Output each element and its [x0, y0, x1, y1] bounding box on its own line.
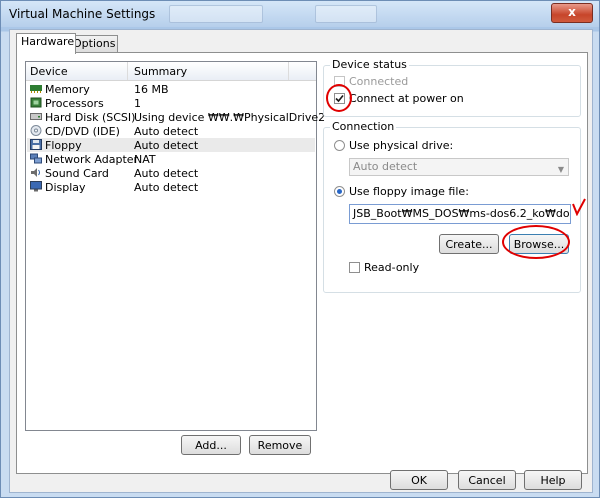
device-summary: Using device ₩₩.₩PhysicalDrive2: [134, 111, 326, 124]
device-summary: NAT: [134, 153, 156, 166]
read-only-checkbox[interactable]: [349, 262, 360, 273]
column-divider: [288, 62, 289, 80]
device-summary: Auto detect: [134, 167, 199, 180]
close-icon: x: [568, 5, 576, 19]
chevron-down-icon: ▼: [557, 165, 564, 174]
memory-icon: [30, 85, 42, 93]
device-row-network-adapter[interactable]: Network Adapter NAT: [27, 152, 315, 166]
device-name: Display: [45, 181, 86, 194]
use-floppy-image-label: Use floppy image file:: [349, 185, 469, 198]
hard-disk-icon: [30, 113, 42, 120]
column-summary[interactable]: Summary: [134, 65, 187, 78]
cd-dvd-icon: [30, 125, 42, 136]
sound-card-icon: [31, 168, 40, 177]
remove-button[interactable]: Remove: [249, 435, 311, 455]
device-summary: 16 MB: [134, 83, 169, 96]
device-row-sound-card[interactable]: Sound Card Auto detect: [27, 166, 315, 180]
red-annotation-circle: [502, 225, 570, 259]
processor-icon: [30, 97, 42, 108]
read-only-label: Read-only: [364, 261, 420, 274]
device-name: Memory: [45, 83, 90, 96]
device-row-display[interactable]: Display Auto detect: [27, 180, 315, 194]
device-summary: Auto detect: [134, 181, 199, 194]
floppy-icon: [30, 139, 42, 150]
floppy-image-path-input[interactable]: JSB_Boot₩MS_DOS₩ms-dos6.2_ko₩dos6.2-1.im…: [349, 204, 571, 224]
device-summary: Auto detect: [134, 125, 199, 138]
background-taskbar-tab: [315, 5, 377, 23]
use-floppy-image-radio[interactable]: [334, 186, 345, 197]
connection-title: Connection: [330, 120, 397, 133]
title-bar[interactable]: Virtual Machine Settings x: [1, 1, 599, 27]
device-name: Floppy: [45, 139, 82, 152]
close-button[interactable]: x: [551, 3, 593, 23]
physical-drive-combo[interactable]: Auto detect ▼: [349, 158, 569, 176]
device-list-header: Device Summary: [26, 62, 316, 81]
column-device[interactable]: Device: [30, 65, 68, 78]
device-name: CD/DVD (IDE): [45, 125, 120, 138]
tab-hardware[interactable]: Hardware: [16, 33, 76, 54]
use-physical-drive-radio[interactable]: [334, 140, 345, 151]
physical-drive-value: Auto detect: [353, 160, 418, 173]
device-row-hard-disk[interactable]: Hard Disk (SCSI) Using device ₩₩.₩Physic…: [27, 110, 325, 124]
device-status-group: Device status Connected Connect at power…: [323, 58, 581, 117]
connect-at-power-on-label: Connect at power on: [349, 92, 464, 105]
device-name: Sound Card: [45, 167, 109, 180]
cancel-button[interactable]: Cancel: [458, 470, 516, 490]
column-divider: [127, 62, 128, 80]
background-taskbar-tab: [169, 5, 263, 23]
window-title: Virtual Machine Settings: [9, 7, 156, 21]
device-row-floppy[interactable]: Floppy Auto detect: [27, 138, 315, 152]
settings-window: Virtual Machine Settings x Hardware Opti…: [0, 0, 600, 498]
red-annotation-circle: [326, 84, 352, 112]
connection-group: Connection Use physical drive: Auto dete…: [323, 120, 586, 293]
device-row-memory[interactable]: Memory 16 MB: [27, 82, 315, 96]
display-icon: [30, 181, 42, 192]
create-button[interactable]: Create...: [439, 234, 499, 254]
network-adapter-icon: [30, 153, 42, 164]
device-name: Network Adapter: [45, 153, 139, 166]
device-row-processors[interactable]: Processors 1: [27, 96, 315, 110]
red-checkmark-icon: [572, 198, 586, 216]
device-name: Processors: [45, 97, 104, 110]
add-button[interactable]: Add...: [181, 435, 241, 455]
device-summary: 1: [134, 97, 141, 110]
device-row-cd-dvd[interactable]: CD/DVD (IDE) Auto detect: [27, 124, 315, 138]
device-status-title: Device status: [330, 58, 409, 71]
dialog-body: Hardware Options Device Summary Memory 1…: [9, 29, 593, 493]
device-list[interactable]: Device Summary Memory 16 MB Processors 1: [25, 61, 325, 431]
connected-label: Connected: [349, 75, 409, 88]
hardware-panel: Device Summary Memory 16 MB Processors 1: [16, 52, 588, 474]
help-button[interactable]: Help: [524, 470, 582, 490]
device-summary: Auto detect: [134, 139, 199, 152]
use-physical-drive-label: Use physical drive:: [349, 139, 454, 152]
device-name: Hard Disk (SCSI): [45, 111, 136, 124]
ok-button[interactable]: OK: [390, 470, 448, 490]
